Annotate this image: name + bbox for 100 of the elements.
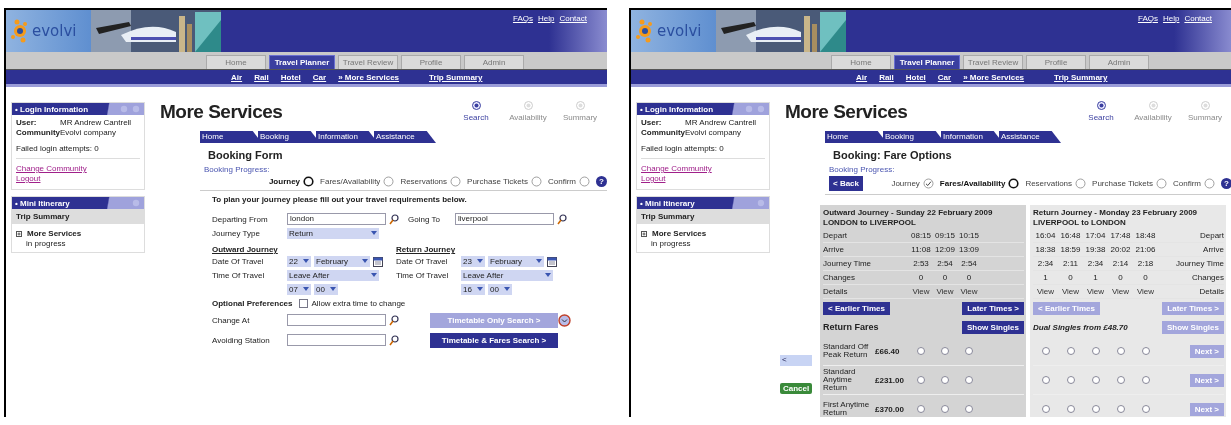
view-link[interactable]: View: [1108, 287, 1133, 296]
search-icon[interactable]: [389, 314, 399, 326]
time-mode-dropdown[interactable]: Leave After: [287, 269, 379, 281]
subnav-link[interactable]: Air: [231, 72, 243, 82]
subnav-link[interactable]: Trip Summary: [1054, 72, 1108, 82]
day-dropdown[interactable]: 22: [287, 255, 311, 267]
departing-field[interactable]: london: [287, 213, 386, 225]
fare-radio[interactable]: [1091, 405, 1100, 413]
subnav-link[interactable]: Air: [856, 72, 868, 82]
minute-dropdown[interactable]: 00: [314, 283, 338, 295]
view-link[interactable]: View: [909, 287, 933, 296]
itinerary-item[interactable]: More Services: [652, 229, 707, 238]
checkbox[interactable]: [299, 298, 309, 308]
subnav-link[interactable]: Hotel: [280, 72, 301, 82]
fare-radio[interactable]: [1141, 405, 1150, 413]
step-label[interactable]: Availability: [509, 113, 547, 122]
search-icon[interactable]: [389, 334, 399, 346]
itinerary-item[interactable]: More Services: [27, 229, 82, 238]
step-label[interactable]: Availability: [1134, 113, 1172, 122]
header-link[interactable]: FAQs: [1137, 14, 1158, 23]
fare-radio[interactable]: [917, 376, 925, 384]
back-button[interactable]: < Back: [829, 176, 864, 191]
fare-radio[interactable]: [1041, 376, 1050, 384]
subnav-link[interactable]: Rail: [254, 72, 269, 82]
back-bar[interactable]: <: [780, 355, 812, 366]
sidebar-link[interactable]: Logout: [16, 174, 41, 184]
search-icon[interactable]: [557, 213, 567, 225]
header-link[interactable]: Help: [537, 14, 555, 23]
subnav-link[interactable]: Trip Summary: [429, 72, 483, 82]
calendar-icon[interactable]: [547, 255, 557, 267]
journey-type-dropdown[interactable]: Return: [287, 227, 379, 239]
fare-radio[interactable]: [1141, 347, 1150, 355]
header-link[interactable]: Contact: [559, 14, 587, 23]
sidebar-link[interactable]: Logout: [641, 174, 666, 184]
expand-icon[interactable]: [16, 230, 22, 237]
step-label[interactable]: Search: [463, 113, 489, 122]
expand-icon[interactable]: [641, 230, 647, 237]
fare-radio[interactable]: [941, 405, 949, 413]
view-link[interactable]: View: [1033, 287, 1058, 296]
nav-tab[interactable]: Travel Planner: [269, 55, 335, 69]
header-link[interactable]: Help: [1162, 14, 1180, 23]
fare-radio[interactable]: [1116, 405, 1125, 413]
cancel-button[interactable]: Cancel: [780, 383, 813, 394]
subnav-link[interactable]: Rail: [879, 72, 894, 82]
nav-tab[interactable]: Travel Planner: [894, 55, 960, 69]
search-button[interactable]: Timetable & Fares Search >: [430, 332, 558, 348]
sidebar-link[interactable]: Change Community: [641, 164, 712, 174]
booking-tab[interactable]: Assistance: [999, 131, 1061, 143]
hour-dropdown[interactable]: 07: [287, 283, 311, 295]
view-link[interactable]: View: [1083, 287, 1108, 296]
subnav-link[interactable]: Car: [312, 72, 327, 82]
fare-radio[interactable]: [1066, 376, 1075, 384]
header-link[interactable]: FAQs: [512, 14, 533, 23]
time-mode-dropdown[interactable]: Leave After: [461, 269, 553, 281]
fare-radio[interactable]: [941, 347, 949, 355]
fare-radio[interactable]: [1041, 405, 1050, 413]
view-link[interactable]: View: [957, 287, 981, 296]
subnav-link[interactable]: Hotel: [905, 72, 926, 82]
fare-radio[interactable]: [965, 405, 973, 413]
sidebar-link[interactable]: Change Community: [16, 164, 87, 174]
subnav-link[interactable]: » More Services: [338, 72, 400, 82]
fare-radio[interactable]: [941, 376, 949, 384]
table-cell-text: 13:09: [958, 245, 980, 254]
fare-radio[interactable]: [1141, 376, 1150, 384]
hour-dropdown[interactable]: 16: [461, 283, 485, 295]
subnav-link[interactable]: » More Services: [963, 72, 1025, 82]
fare-radio[interactable]: [965, 376, 973, 384]
help-icon[interactable]: ?: [596, 176, 607, 187]
fare-radio[interactable]: [1091, 347, 1100, 355]
step-label[interactable]: Summary: [1187, 113, 1223, 122]
fare-radio[interactable]: [1066, 405, 1075, 413]
view-link[interactable]: View: [1058, 287, 1083, 296]
fare-radio[interactable]: [1041, 347, 1050, 355]
step-label[interactable]: Search: [1088, 113, 1114, 122]
station-field[interactable]: [287, 314, 386, 326]
show-singles-button[interactable]: Show Singles: [962, 320, 1024, 334]
earlier-times-button[interactable]: < Earlier Times: [823, 301, 890, 315]
minute-dropdown[interactable]: 00: [488, 283, 512, 295]
destination-field[interactable]: liverpool: [455, 213, 554, 225]
fare-radio[interactable]: [917, 347, 925, 355]
subnav-link[interactable]: Car: [937, 72, 952, 82]
fare-radio[interactable]: [917, 405, 925, 413]
station-field[interactable]: [287, 334, 386, 346]
help-icon[interactable]: ?: [1221, 178, 1231, 189]
fare-radio[interactable]: [1116, 376, 1125, 384]
fare-radio[interactable]: [1116, 347, 1125, 355]
step-label[interactable]: Summary: [562, 113, 598, 122]
fare-radio[interactable]: [1066, 347, 1075, 355]
fare-radio[interactable]: [1091, 376, 1100, 384]
view-link[interactable]: View: [933, 287, 957, 296]
calendar-icon[interactable]: [373, 255, 383, 267]
month-dropdown[interactable]: February: [314, 255, 370, 267]
later-times-button[interactable]: Later Times >: [962, 301, 1024, 315]
day-dropdown[interactable]: 23: [461, 255, 485, 267]
booking-tab[interactable]: Assistance: [374, 131, 436, 143]
fare-radio[interactable]: [965, 347, 973, 355]
view-link[interactable]: View: [1133, 287, 1158, 296]
search-icon[interactable]: [389, 213, 399, 225]
header-link[interactable]: Contact: [1184, 14, 1212, 23]
month-dropdown[interactable]: February: [488, 255, 544, 267]
